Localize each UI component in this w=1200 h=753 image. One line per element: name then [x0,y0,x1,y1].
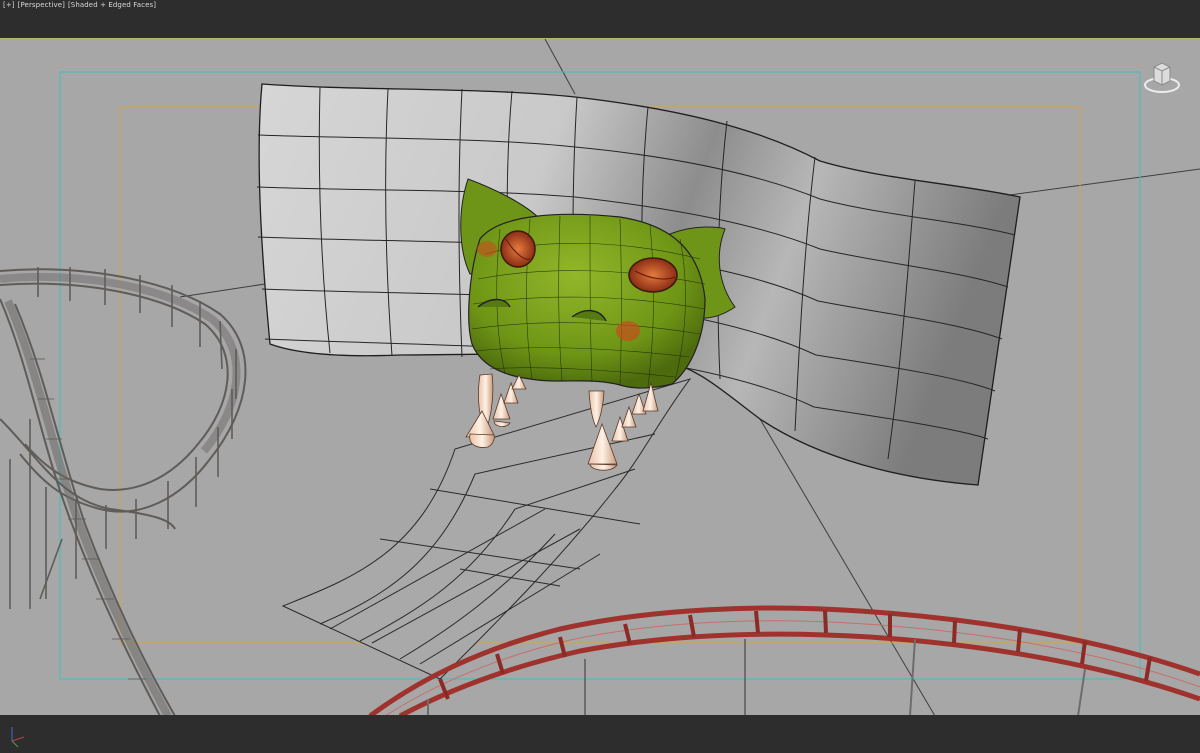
viewport-header-bar: [+] [Perspective] [Shaded + Edged Faces] [0,0,1200,38]
viewport-shading-menu[interactable]: [Shaded + Edged Faces] [68,1,156,9]
viewport-general-menu[interactable]: [+] [3,1,15,9]
viewport-label-menu: [+] [Perspective] [Shaded + Edged Faces] [3,1,156,9]
perspective-viewport[interactable] [0,38,1200,715]
viewport-scene [0,39,1200,715]
axis-tripod-icon [11,727,25,748]
viewport-footer-bar [0,715,1200,753]
coaster-track-left [0,267,247,715]
viewport-point-of-view-menu[interactable]: [Perspective] [18,1,65,9]
viewcube-home-icon[interactable] [1142,57,1182,97]
